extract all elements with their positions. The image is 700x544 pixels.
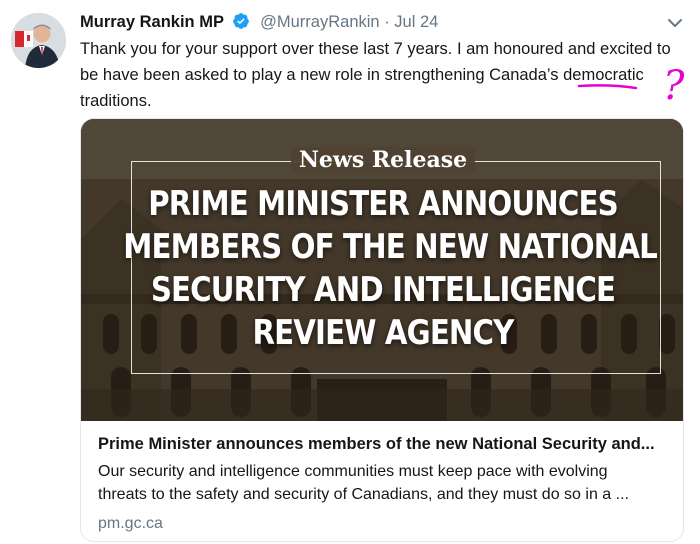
image-headline-line: MEMBERS OF THE NEW NATIONAL xyxy=(123,227,658,267)
author-handle[interactable]: @MurrayRankin xyxy=(260,13,379,31)
avatar[interactable] xyxy=(11,13,66,68)
news-release-label: News Release xyxy=(81,147,683,173)
header-separator: · xyxy=(384,13,390,31)
card-description-line: threats to the safety and security of Ca… xyxy=(98,486,629,503)
tweet-text-line: traditions. xyxy=(80,92,152,110)
chevron-down-icon[interactable] xyxy=(666,16,684,30)
tweet-date[interactable]: Jul 24 xyxy=(394,13,438,31)
verified-badge-icon xyxy=(232,12,250,30)
card-description: Our security and intelligence communitie… xyxy=(98,460,669,506)
card-body[interactable]: Prime Minister announces members of the … xyxy=(81,421,683,533)
tweet-text: Thank you for your support over these la… xyxy=(80,36,692,114)
card-description-line: Our security and intelligence communitie… xyxy=(98,463,608,480)
link-card[interactable]: News Release PRIME MINISTER ANNOUNCES ME… xyxy=(80,118,684,542)
author-name[interactable]: Murray Rankin MP xyxy=(80,13,224,31)
tweet-text-line: be have been asked to play a new role in… xyxy=(80,66,644,84)
card-title[interactable]: Prime Minister announces members of the … xyxy=(98,433,669,455)
image-headline-line: SECURITY AND INTELLIGENCE xyxy=(150,270,616,310)
tweet-header: Murray Rankin MP @MurrayRankin · Jul 24 xyxy=(80,12,438,32)
card-image[interactable]: News Release PRIME MINISTER ANNOUNCES ME… xyxy=(81,119,683,421)
image-headline-line: REVIEW AGENCY xyxy=(252,313,515,353)
image-headline-line: PRIME MINISTER ANNOUNCES xyxy=(148,184,618,224)
tweet-text-line: Thank you for your support over these la… xyxy=(80,40,671,58)
news-release-text: News Release xyxy=(290,147,476,173)
card-domain[interactable]: pm.gc.ca xyxy=(98,515,669,533)
image-headline: PRIME MINISTER ANNOUNCES MEMBERS OF THE … xyxy=(123,183,658,355)
